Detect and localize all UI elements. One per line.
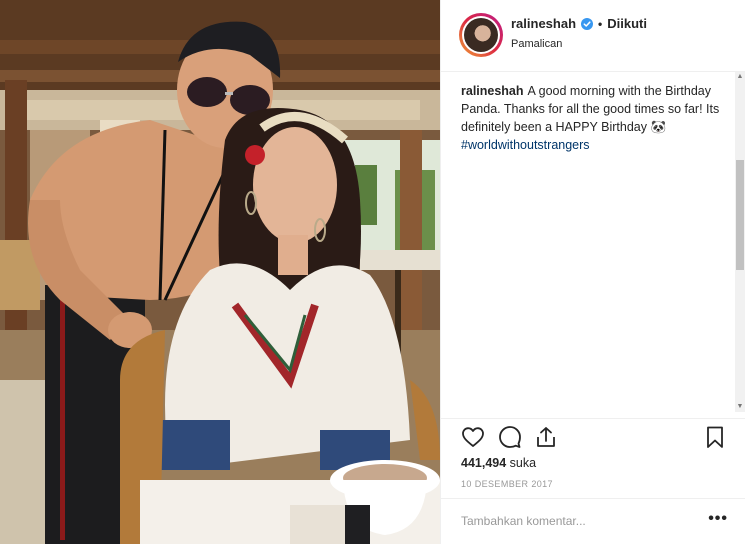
follow-status-button[interactable]: Diikuti <box>607 16 647 31</box>
post-date[interactable]: 10 DESEMBER 2017 <box>461 479 553 489</box>
username-row: ralineshah • Diikuti <box>511 16 647 31</box>
post-photo-illustration <box>0 0 440 544</box>
post-details-panel: ralineshah • Diikuti Pamalican ▲ ▼ ralin… <box>440 0 745 544</box>
bookmark-icon[interactable] <box>703 425 727 449</box>
post-actions: 441,494 suka 10 DESEMBER 2017 <box>441 418 745 498</box>
location-link[interactable]: Pamalican <box>511 38 562 50</box>
scroll-thumb[interactable] <box>736 160 744 270</box>
hashtag-link[interactable]: #worldwithoutstrangers <box>461 138 590 152</box>
separator-dot: • <box>598 16 603 31</box>
avatar-image <box>462 16 500 54</box>
like-count[interactable]: 441,494 suka <box>461 456 536 470</box>
post-header: ralineshah • Diikuti Pamalican <box>441 0 745 72</box>
avatar[interactable] <box>459 13 503 57</box>
caption-username-link[interactable]: ralineshah <box>461 84 524 98</box>
share-icon[interactable] <box>534 425 558 449</box>
post-caption: ralineshah A good morning with the Birthd… <box>461 82 726 154</box>
comment-icon[interactable] <box>498 425 522 449</box>
comment-input[interactable] <box>461 509 701 533</box>
scroll-up-icon[interactable]: ▲ <box>736 73 744 81</box>
like-count-value: 441,494 <box>461 456 507 470</box>
verified-badge-icon <box>581 17 594 30</box>
username-link[interactable]: ralineshah <box>511 16 576 31</box>
more-options-button[interactable]: ••• <box>708 509 728 529</box>
scrollbar[interactable]: ▲ ▼ <box>735 72 745 412</box>
heart-icon[interactable] <box>461 425 485 449</box>
avatar-face <box>464 18 498 52</box>
like-count-label: suka <box>509 456 537 470</box>
comment-bar: ••• <box>441 498 745 544</box>
scroll-down-icon[interactable]: ▼ <box>736 403 744 411</box>
post-photo[interactable] <box>0 0 440 544</box>
